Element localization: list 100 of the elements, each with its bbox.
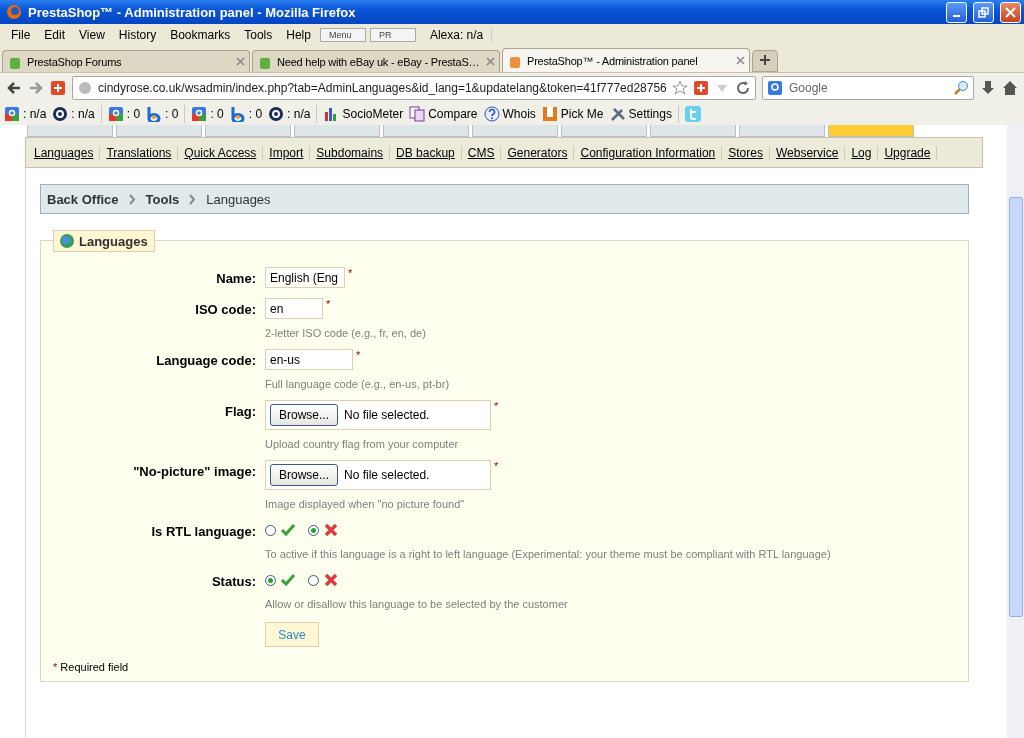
close-button[interactable] xyxy=(1000,1,1021,23)
cross-icon xyxy=(323,522,339,538)
text-field[interactable]: English (Eng xyxy=(265,267,345,288)
nav-link[interactable]: Stores xyxy=(722,145,770,160)
module-tab[interactable] xyxy=(472,125,558,137)
radio-button[interactable] xyxy=(265,524,276,536)
required-mark: * xyxy=(356,349,361,361)
breadcrumb-item[interactable]: Back Office xyxy=(47,191,119,207)
field-hint: Image displayed when "no picture found" xyxy=(265,498,466,510)
module-tab[interactable] xyxy=(650,125,736,137)
field-label: "No-picture" image: xyxy=(132,463,256,481)
menu-item[interactable]: Edit xyxy=(37,28,73,42)
minimize-button[interactable] xyxy=(946,1,967,23)
module-tab[interactable] xyxy=(383,125,469,137)
toolbar-widget[interactable]: Menu xyxy=(319,28,366,42)
help-icon xyxy=(483,106,500,122)
browser-tab[interactable]: PrestaShop Forums xyxy=(2,50,250,72)
module-tab[interactable] xyxy=(561,125,647,137)
nav-link[interactable]: Log xyxy=(845,145,879,160)
nav-link[interactable]: Quick Access xyxy=(178,145,264,160)
field-label: ISO code: xyxy=(194,301,256,319)
b-icon xyxy=(146,106,163,122)
toolbar-item[interactable]: Compare xyxy=(409,106,478,122)
breadcrumb-item[interactable]: Tools xyxy=(145,191,180,207)
menu-item[interactable]: Help xyxy=(279,28,318,42)
toolbar-widget[interactable]: PR xyxy=(369,28,416,42)
module-tab[interactable] xyxy=(828,125,914,137)
toolbar-item[interactable]: : 0 xyxy=(229,106,263,122)
menu-item[interactable]: File xyxy=(4,28,38,42)
module-tab[interactable] xyxy=(205,125,291,137)
toolbar-item[interactable]: : n/a xyxy=(52,106,95,122)
field-hint: Allow or disallow this language to be selected by the customer xyxy=(265,598,569,610)
menu-item[interactable]: View xyxy=(72,28,112,42)
nav-link[interactable]: Import xyxy=(263,145,311,160)
close-icon[interactable] xyxy=(236,57,245,66)
menu-item[interactable]: Bookmarks xyxy=(163,28,238,42)
nav-link[interactable]: Translations xyxy=(100,145,179,160)
browse-button[interactable]: Browse... xyxy=(270,404,338,426)
text-field[interactable]: en-us xyxy=(265,349,353,370)
nav-link[interactable]: Languages xyxy=(28,145,101,160)
check-icon xyxy=(280,572,296,588)
toolbar-item[interactable]: : n/a xyxy=(268,106,311,122)
browse-button[interactable]: Browse... xyxy=(270,464,338,486)
nav-link[interactable]: Webservice xyxy=(769,145,846,160)
file-field[interactable]: Browse... No file selected. xyxy=(265,460,491,490)
file-field[interactable]: Browse... No file selected. xyxy=(265,400,491,430)
text-field[interactable]: en xyxy=(265,298,323,319)
radio-button[interactable] xyxy=(308,524,319,536)
module-tab[interactable] xyxy=(27,125,113,137)
browser-tab[interactable]: PrestaShop™ - Administration panel xyxy=(502,48,750,72)
toolbar-item[interactable]: : 0 xyxy=(191,106,224,122)
save-button[interactable]: Save xyxy=(265,622,319,647)
module-tab[interactable] xyxy=(294,125,380,137)
search-bar[interactable]: Google xyxy=(762,76,974,100)
required-mark: * xyxy=(348,267,353,279)
radio-button[interactable] xyxy=(265,574,276,586)
plus-icon xyxy=(759,54,771,66)
field-label: Status: xyxy=(210,573,256,591)
nav-link[interactable]: Subdomains xyxy=(310,145,391,160)
address-bar[interactable]: cindyrose.co.uk/wsadmin/index.php?tab=AdminLanguages&id_lang=1&updatelang&token=41f777ed28756 xyxy=(72,76,756,100)
chevron-icon xyxy=(189,193,197,205)
required-mark: * xyxy=(326,298,331,310)
toolbar-item[interactable]: Settings xyxy=(609,106,672,122)
field-label: Flag: xyxy=(223,403,256,421)
restore-button[interactable] xyxy=(973,1,994,23)
search-engine-icon xyxy=(767,80,783,96)
twitter-icon[interactable] xyxy=(684,106,701,122)
toolbar-item[interactable]: : 0 xyxy=(107,106,141,122)
nav-link[interactable]: Generators xyxy=(501,145,575,160)
close-icon xyxy=(1005,6,1016,18)
toolbar-item[interactable]: Pick Me xyxy=(541,106,604,122)
documents-icon xyxy=(409,106,426,122)
browser-tab[interactable]: Need help with eBay uk - eBay - PrestaS… xyxy=(252,50,500,72)
nav-link[interactable]: CMS xyxy=(461,145,502,160)
colored-square-icon xyxy=(4,106,20,122)
close-icon[interactable] xyxy=(736,56,745,65)
module-tab[interactable] xyxy=(739,125,825,137)
field-label: Language code: xyxy=(155,352,256,370)
toolbar-item[interactable]: : 0 xyxy=(146,106,179,122)
menu-item[interactable]: History xyxy=(111,28,164,42)
nav-link[interactable]: DB backup xyxy=(390,145,462,160)
close-icon[interactable] xyxy=(486,57,495,66)
menu-item[interactable]: Tools xyxy=(237,28,280,42)
file-name: No file selected. xyxy=(344,468,430,482)
scrollbar[interactable] xyxy=(1007,125,1024,738)
new-tab-button[interactable] xyxy=(752,50,778,72)
toolbar-item[interactable]: Whois xyxy=(483,106,536,122)
nav-link[interactable]: Upgrade xyxy=(878,145,938,160)
colored-square-icon xyxy=(191,106,208,122)
required-mark: * xyxy=(494,400,499,412)
module-tab[interactable] xyxy=(116,125,202,137)
required-mark: * xyxy=(494,460,499,472)
field-hint: Upload country flag from your computer xyxy=(265,438,460,450)
reload-icon xyxy=(735,80,751,96)
radio-button[interactable] xyxy=(308,574,319,586)
file-name: No file selected. xyxy=(344,408,430,422)
nav-link[interactable]: Configuration Information xyxy=(574,145,723,160)
field-label: Name: xyxy=(215,270,256,288)
toolbar-item[interactable]: SocioMeter xyxy=(323,106,404,122)
toolbar-item[interactable]: : n/a xyxy=(4,106,47,122)
